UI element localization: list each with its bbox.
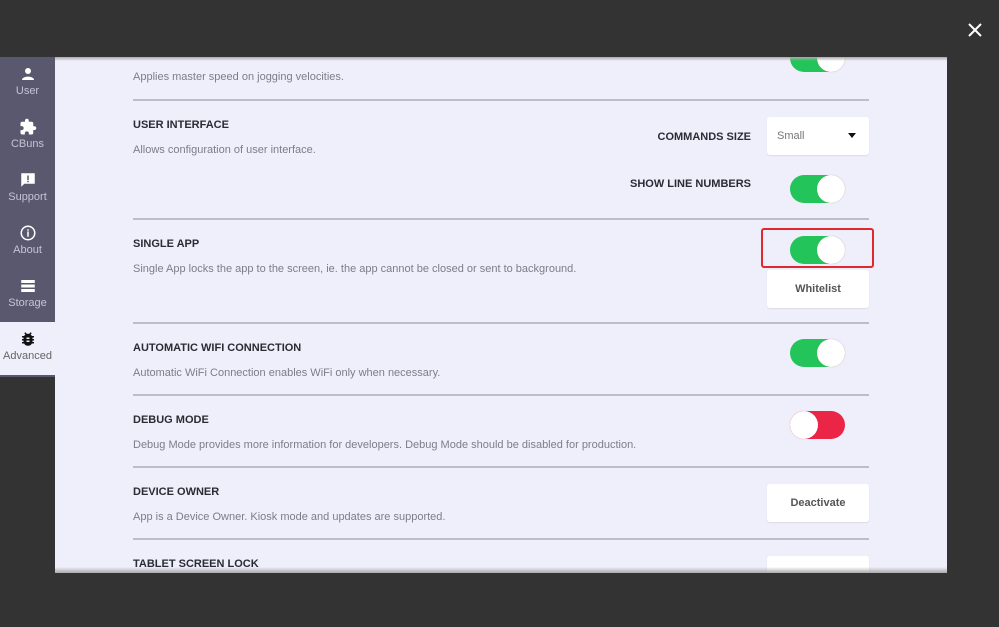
setting-description: Single App locks the app to the screen, …: [133, 263, 577, 275]
info-icon: [19, 224, 37, 242]
sidebar-item-advanced[interactable]: Advanced: [0, 322, 55, 375]
sidebar-item-cbuns[interactable]: CBuns: [0, 110, 55, 163]
settings-panel: Applies master speed on jogging velociti…: [55, 57, 947, 573]
sidebar: User CBuns Support About Storage Advance…: [0, 57, 55, 377]
show-line-numbers-label: SHOW LINE NUMBERS: [630, 178, 751, 190]
toggle-knob: [817, 175, 845, 203]
setting-title: USER INTERFACE: [133, 119, 229, 131]
commands-size-label: COMMANDS SIZE: [657, 131, 752, 143]
sidebar-item-label: Support: [8, 191, 47, 203]
toggle-knob: [817, 57, 845, 72]
storage-icon: [19, 277, 37, 295]
setting-description: App is a Device Owner. Kiosk mode and up…: [133, 511, 446, 523]
select-value: Small: [777, 130, 805, 142]
sidebar-item-label: About: [13, 244, 42, 256]
sidebar-item-label: Advanced: [3, 350, 52, 362]
highlight-box: [761, 228, 874, 268]
sidebar-item-about[interactable]: About: [0, 216, 55, 269]
feedback-icon: [19, 171, 37, 189]
setting-title: DEBUG MODE: [133, 414, 209, 426]
whitelist-button[interactable]: Whitelist: [767, 270, 869, 308]
debug-toggle[interactable]: [790, 411, 845, 439]
divider: [133, 466, 869, 468]
setting-description: Applies master speed on jogging velociti…: [133, 71, 344, 83]
divider: [133, 322, 869, 324]
commands-size-select[interactable]: Small: [767, 117, 869, 155]
setting-title: DEVICE OWNER: [133, 486, 220, 498]
chevron-down-icon: [848, 133, 856, 138]
user-icon: [19, 65, 37, 83]
deactivate-button[interactable]: Deactivate: [767, 484, 869, 522]
divider: [133, 218, 869, 220]
close-button[interactable]: [963, 18, 987, 42]
puzzle-icon: [19, 118, 37, 136]
wifi-toggle[interactable]: [790, 339, 845, 367]
setting-description: Allows configuration of user interface.: [133, 144, 316, 156]
sidebar-item-label: Storage: [8, 297, 47, 309]
setting-title: AUTOMATIC WIFI CONNECTION: [133, 342, 302, 354]
divider: [133, 394, 869, 396]
divider: [133, 99, 869, 101]
toggle-knob: [817, 339, 845, 367]
setting-title: TABLET SCREEN LOCK: [133, 558, 259, 570]
tablet-lock-button[interactable]: [767, 556, 869, 573]
sidebar-item-support[interactable]: Support: [0, 163, 55, 216]
sidebar-item-storage[interactable]: Storage: [0, 269, 55, 322]
divider: [133, 538, 869, 540]
sidebar-item-label: User: [15, 85, 40, 97]
show-line-numbers-toggle[interactable]: [790, 175, 845, 203]
setting-description: Automatic WiFi Connection enables WiFi o…: [133, 367, 441, 379]
setting-title: SINGLE APP: [133, 238, 200, 250]
sidebar-item-user[interactable]: User: [0, 57, 55, 110]
sidebar-item-label: CBuns: [10, 138, 45, 150]
close-icon: [968, 23, 982, 37]
bug-icon: [19, 330, 37, 348]
jog-toggle[interactable]: [790, 57, 845, 72]
toggle-knob: [790, 411, 818, 439]
setting-description: Debug Mode provides more information for…: [133, 439, 637, 451]
